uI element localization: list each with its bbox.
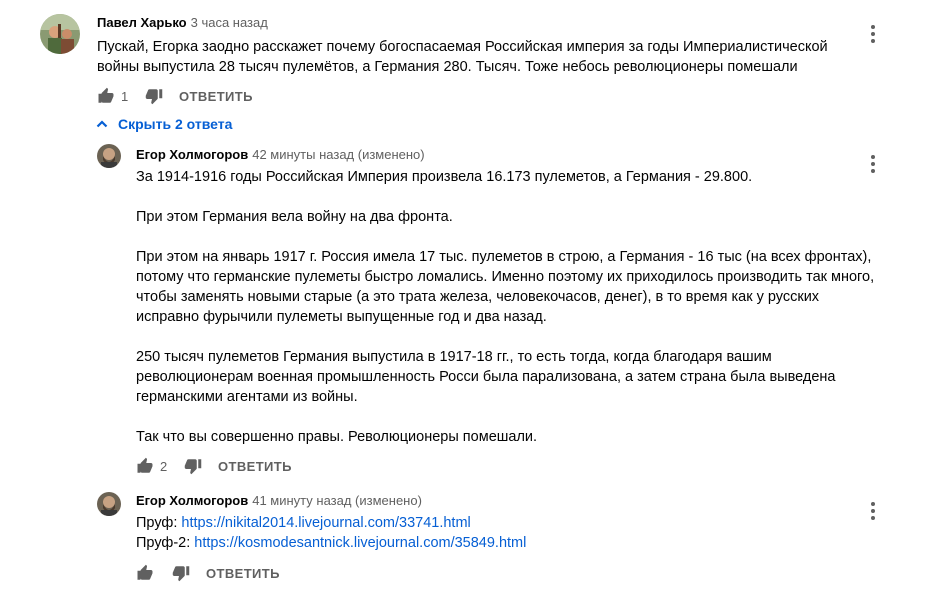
proof-link[interactable]: https://nikital2014.livejournal.com/3374… — [181, 515, 470, 531]
top-comment: Павел Харько 3 часа назад Пускай, Егорка … — [0, 0, 938, 112]
reply-button[interactable]: ОТВЕТИТЬ — [206, 566, 280, 581]
comment-actions: ОТВЕТИТЬ — [136, 561, 280, 585]
comment-header: Павел Харько 3 часа назад — [97, 14, 268, 32]
comment-timestamp[interactable]: 41 минуту назад (изменено) — [252, 493, 422, 508]
hide-replies-button[interactable]: Скрыть 2 ответа — [96, 115, 232, 133]
like-count: 2 — [160, 458, 168, 474]
thumb-down-icon[interactable] — [145, 87, 163, 105]
avatar[interactable] — [97, 144, 121, 168]
thumb-down-icon[interactable] — [184, 457, 202, 475]
author-name[interactable]: Егор Холмогоров — [136, 147, 248, 162]
thumb-up-icon[interactable] — [136, 564, 154, 582]
comment-line: Пруф: https://nikital2014.livejournal.co… — [136, 513, 876, 533]
proof-link[interactable]: https://kosmodesantnick.livejournal.com/… — [194, 535, 526, 551]
thumb-up-icon[interactable] — [97, 87, 115, 105]
chevron-up-icon — [96, 118, 108, 130]
comment-paragraph: 250 тысяч пулеметов Германия выпустила в… — [136, 349, 836, 405]
proof-label: Пруф: — [136, 515, 182, 531]
author-name[interactable]: Павел Харько — [97, 15, 187, 30]
comment-header: Егор Холмогоров 41 минуту назад (изменено… — [136, 492, 422, 510]
avatar[interactable] — [40, 14, 80, 54]
hide-replies-label: Скрыть 2 ответа — [118, 116, 233, 132]
like-count: 1 — [121, 88, 129, 104]
comment-actions: 1 ОТВЕТИТЬ — [97, 84, 253, 108]
comment-header: Егор Холмогоров 42 минуты назад (изменено… — [136, 146, 425, 164]
avatar-image — [97, 144, 121, 168]
reply-comment: Егор Холмогоров 41 минуту назад (изменено… — [0, 488, 938, 594]
comment-timestamp[interactable]: 42 минуты назад (изменено) — [252, 147, 424, 162]
comment-paragraph: За 1914-1916 годы Российская Империя про… — [136, 169, 753, 185]
avatar-image — [40, 14, 80, 54]
comment-actions: 2 ОТВЕТИТЬ — [136, 454, 292, 478]
comment-paragraph: При этом на январь 1917 г. Россия имела … — [136, 249, 875, 325]
comment-paragraph: При этом Германия вела войну на два фрон… — [136, 209, 453, 225]
comment-paragraph: Так что вы совершенно правы. Революционе… — [136, 429, 538, 445]
proof-label: Пруф-2: — [136, 535, 195, 551]
comment-text: Пруф: https://nikital2014.livejournal.co… — [136, 513, 876, 553]
more-vert-icon[interactable] — [861, 152, 885, 176]
comment-timestamp[interactable]: 3 часа назад — [191, 15, 268, 30]
comment-text: Пускай, Егорка заодно расскажет почему б… — [97, 37, 837, 77]
thumb-down-icon[interactable] — [172, 564, 190, 582]
reply-button[interactable]: ОТВЕТИТЬ — [218, 459, 292, 474]
avatar[interactable] — [97, 492, 121, 516]
reply-button[interactable]: ОТВЕТИТЬ — [179, 89, 253, 104]
comment-text: За 1914-1916 годы Российская Империя про… — [136, 167, 876, 447]
avatar-image — [97, 492, 121, 516]
comment-thread: Павел Харько 3 часа назад Пускай, Егорка … — [0, 0, 938, 594]
reply-comment: Егор Холмогоров 42 минуты назад (изменено… — [0, 140, 938, 480]
comment-line: Пруф-2: https://kosmodesantnick.livejour… — [136, 533, 876, 553]
comment-paragraph: Пускай, Егорка заодно расскажет почему б… — [97, 39, 828, 75]
author-name[interactable]: Егор Холмогоров — [136, 493, 248, 508]
more-vert-icon[interactable] — [861, 499, 885, 523]
more-vert-icon[interactable] — [861, 22, 885, 46]
thumb-up-icon[interactable] — [136, 457, 154, 475]
